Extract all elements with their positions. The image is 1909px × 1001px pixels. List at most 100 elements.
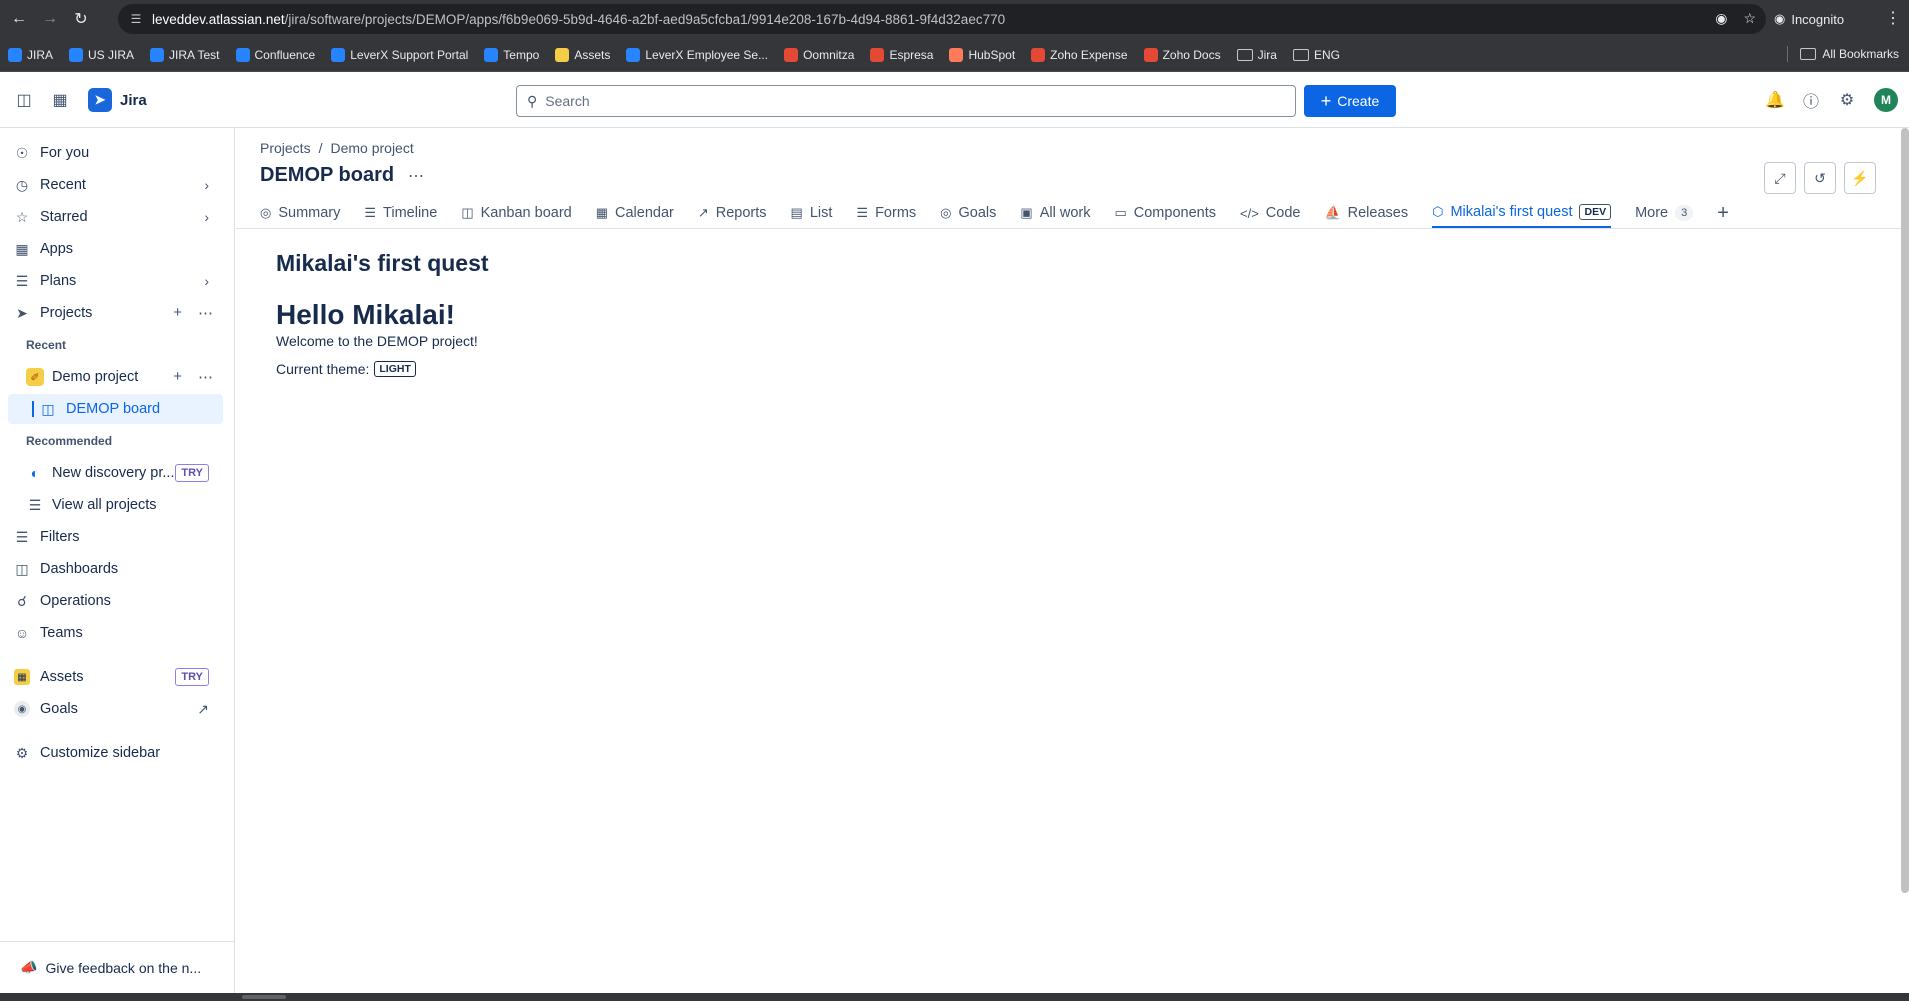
horizontal-scrollbar[interactable] bbox=[0, 993, 1909, 1001]
sidebar-item-demop-board[interactable]: ◫ DEMOP board bbox=[8, 394, 223, 424]
tab-reports[interactable]: ↗ Reports bbox=[698, 198, 767, 228]
avatar[interactable]: M bbox=[1874, 88, 1898, 112]
tab-summary[interactable]: ◎ Summary bbox=[260, 198, 340, 228]
back-icon[interactable]: ← bbox=[7, 7, 31, 31]
bookmark-item[interactable]: Confluence bbox=[235, 47, 315, 62]
board-icon: ◫ bbox=[41, 400, 55, 417]
sidebar-item-recent[interactable]: ◷ Recent › bbox=[8, 170, 223, 200]
sidebar-item-goals[interactable]: ◉ Goals ↗ bbox=[8, 694, 223, 724]
bookmark-item[interactable]: Zoho Expense bbox=[1031, 47, 1128, 62]
list-icon: ☰ bbox=[28, 496, 42, 513]
tab-more[interactable]: More 3 bbox=[1635, 198, 1694, 228]
incognito-indicator[interactable]: ◉ Incognito bbox=[1774, 6, 1844, 32]
sidebar-item-dashboards[interactable]: ◫ Dashboards bbox=[8, 554, 223, 584]
tab-list[interactable]: ▤ List bbox=[791, 198, 833, 228]
bookmark-item[interactable]: JIRA Test bbox=[150, 47, 220, 62]
all-bookmarks[interactable]: All Bookmarks bbox=[1787, 46, 1899, 62]
tab-code[interactable]: </> Code bbox=[1240, 198, 1300, 228]
tab-timeline[interactable]: ☰ Timeline bbox=[364, 198, 437, 228]
create-button[interactable]: + Create bbox=[1304, 85, 1396, 117]
give-feedback-button[interactable]: 📣 Give feedback on the n... bbox=[0, 941, 235, 993]
site-info-icon[interactable]: ☰ bbox=[128, 11, 144, 27]
more-actions-icon[interactable]: ⋯ bbox=[408, 166, 424, 186]
more-icon[interactable]: ⋯ bbox=[198, 304, 213, 322]
breadcrumb-projects[interactable]: Projects bbox=[260, 140, 311, 156]
tab-releases[interactable]: ⛵ Releases bbox=[1324, 198, 1408, 228]
add-tab-icon[interactable]: + bbox=[1717, 198, 1729, 228]
bookmark-folder-eng[interactable]: ENG bbox=[1292, 48, 1340, 62]
sidebar-item-teams[interactable]: ☺ Teams bbox=[8, 618, 223, 648]
app-title: Mikalai's first quest bbox=[276, 250, 489, 276]
more-icon[interactable]: ⋯ bbox=[198, 368, 213, 386]
search-input[interactable] bbox=[545, 93, 1266, 109]
sidebar-item-projects[interactable]: ➤ Projects + ⋯ bbox=[8, 298, 223, 328]
add-icon[interactable]: + bbox=[173, 368, 182, 386]
star-icon: ☆ bbox=[15, 208, 29, 225]
sidebar-item-customize[interactable]: ⚙ Customize sidebar bbox=[8, 738, 223, 768]
bookmark-folder-jira[interactable]: Jira bbox=[1236, 48, 1277, 62]
sidebar-item-filters[interactable]: ☰ Filters bbox=[8, 522, 223, 552]
bookmark-item[interactable]: HubSpot bbox=[949, 47, 1015, 62]
notifications-icon[interactable]: 🔔 bbox=[1765, 90, 1785, 110]
sidebar-item-demo-project[interactable]: ✐ Demo project + ⋯ bbox=[8, 362, 223, 392]
tab-goals[interactable]: ◎ Goals bbox=[940, 198, 996, 228]
add-project-icon[interactable]: + bbox=[173, 304, 182, 322]
reload-icon[interactable]: ↻ bbox=[69, 7, 93, 31]
sidebar-item-assets[interactable]: ▦ Assets TRY bbox=[8, 662, 223, 692]
bookmark-item[interactable]: Tempo bbox=[484, 47, 539, 62]
app-switcher-icon[interactable]: ▦ bbox=[50, 90, 70, 110]
calendar-icon: ▦ bbox=[595, 205, 609, 220]
settings-icon[interactable]: ⚙ bbox=[1837, 90, 1857, 110]
sidebar-toggle-icon[interactable]: ◫ bbox=[14, 90, 34, 110]
work-icon: ▣ bbox=[1020, 205, 1033, 220]
automation-icon[interactable]: ⚡ bbox=[1844, 162, 1876, 194]
breadcrumb-demo-project[interactable]: Demo project bbox=[330, 140, 413, 156]
chevron-right-icon[interactable]: › bbox=[204, 177, 209, 193]
share-icon[interactable]: ↺ bbox=[1804, 162, 1836, 194]
bookmark-item[interactable]: JIRA bbox=[8, 47, 53, 62]
url-text[interactable]: leveddev.atlassian.net/jira/software/pro… bbox=[152, 12, 1005, 27]
page-title: DEMOP board bbox=[260, 164, 395, 186]
address-bar[interactable]: ☰ leveddev.atlassian.net/jira/software/p… bbox=[118, 4, 1766, 34]
eye-off-icon[interactable]: ◉ bbox=[1715, 10, 1727, 27]
bookmark-item[interactable]: LeverX Employee Se... bbox=[626, 47, 768, 62]
tab-components[interactable]: ▭ Components bbox=[1114, 198, 1216, 228]
sidebar-item-operations[interactable]: ☌ Operations bbox=[8, 586, 223, 616]
sidebar-item-plans[interactable]: ☰ Plans › bbox=[8, 266, 223, 296]
tab-mikalais-first-quest[interactable]: ⬡ Mikalai's first quest DEV bbox=[1432, 198, 1612, 228]
search-box[interactable]: ⚲ bbox=[516, 85, 1296, 117]
dashboard-icon: ◫ bbox=[15, 560, 29, 577]
bookmark-favicon-icon bbox=[235, 47, 250, 62]
bookmark-star-icon[interactable]: ☆ bbox=[1743, 10, 1756, 27]
forward-icon[interactable]: → bbox=[38, 7, 62, 31]
operations-icon: ☌ bbox=[17, 592, 27, 609]
chevron-right-icon[interactable]: › bbox=[204, 209, 209, 225]
code-icon: </> bbox=[1239, 205, 1259, 221]
sidebar-item-new-discovery[interactable]: ◐ New discovery pr... TRY bbox=[8, 458, 223, 488]
sidebar-item-for-you[interactable]: ☉ For you bbox=[8, 138, 223, 168]
jira-logo[interactable]: ➤ Jira bbox=[88, 88, 147, 112]
bookmark-item[interactable]: LeverX Support Portal bbox=[331, 47, 468, 62]
goal-icon: ◎ bbox=[940, 205, 952, 220]
bookmark-item[interactable]: Espresa bbox=[870, 47, 933, 62]
theme-row: Current theme: LIGHT bbox=[276, 361, 489, 377]
sidebar-item-apps[interactable]: ▦ Apps bbox=[8, 234, 223, 264]
tab-kanban-board[interactable]: ◫ Kanban board bbox=[461, 198, 571, 228]
page-scrollbar[interactable] bbox=[1901, 128, 1909, 893]
tab-calendar[interactable]: ▦ Calendar bbox=[596, 198, 674, 228]
help-icon[interactable]: ⓘ bbox=[1801, 90, 1821, 111]
bookmark-item[interactable]: US JIRA bbox=[69, 47, 134, 62]
sidebar-item-starred[interactable]: ☆ Starred › bbox=[8, 202, 223, 232]
clock-icon: ◷ bbox=[15, 176, 29, 193]
tab-all-work[interactable]: ▣ All work bbox=[1020, 198, 1090, 228]
bookmark-item[interactable]: Oomnitza bbox=[784, 47, 854, 62]
bookmark-item[interactable]: Assets bbox=[555, 47, 610, 62]
fullscreen-icon[interactable]: ⤢ bbox=[1764, 162, 1796, 194]
chevron-right-icon[interactable]: › bbox=[204, 273, 209, 289]
tab-forms[interactable]: ☰ Forms bbox=[856, 198, 916, 228]
external-link-icon[interactable]: ↗ bbox=[197, 701, 209, 718]
bookmark-item[interactable]: Zoho Docs bbox=[1143, 47, 1221, 62]
sidebar-item-view-all-projects[interactable]: ☰ View all projects bbox=[8, 490, 223, 520]
browser-menu-icon[interactable]: ⋮ bbox=[1885, 8, 1901, 28]
rocket-icon: ➤ bbox=[16, 304, 28, 321]
